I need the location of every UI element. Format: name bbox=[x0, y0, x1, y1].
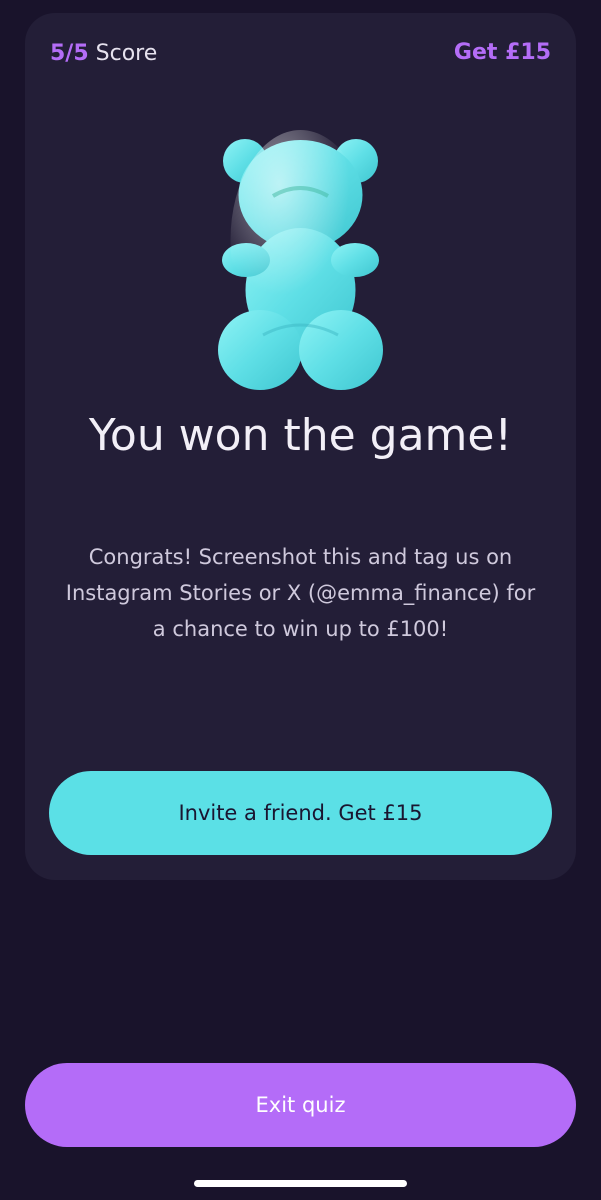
score-value: 5/5 bbox=[50, 41, 89, 66]
gummy-bear-icon bbox=[218, 130, 383, 390]
result-card: 5/5 Score Get £15 You won the game! Cong… bbox=[25, 13, 576, 880]
result-title: You won the game! bbox=[88, 410, 513, 461]
invite-friend-button[interactable]: Invite a friend. Get £15 bbox=[49, 771, 552, 855]
get-reward-link[interactable]: Get £15 bbox=[454, 40, 551, 65]
result-message: Congrats! Screenshot this and tag us on … bbox=[65, 545, 536, 641]
home-indicator bbox=[194, 1180, 407, 1187]
score-label: Score bbox=[95, 41, 158, 66]
exit-quiz-button[interactable]: Exit quiz bbox=[25, 1063, 576, 1147]
score-display: 5/5 Score bbox=[50, 41, 157, 66]
